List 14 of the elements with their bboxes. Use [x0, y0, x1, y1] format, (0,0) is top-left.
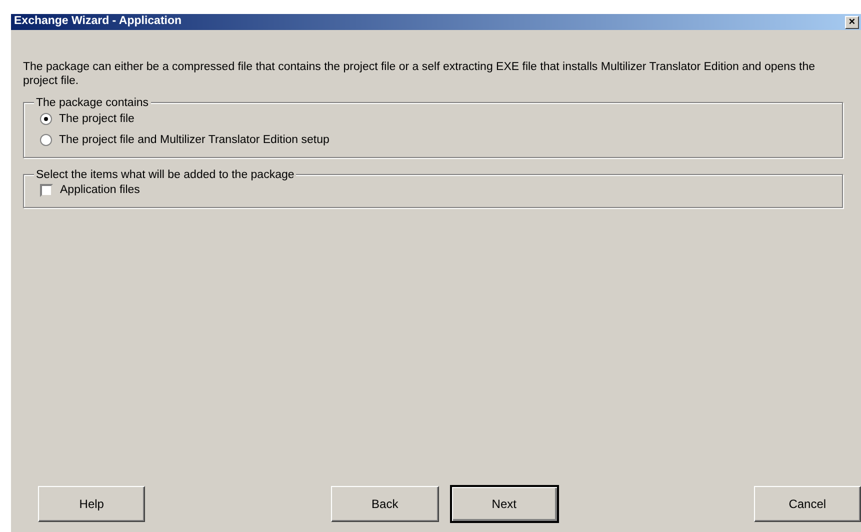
description-text: The package can either be a compressed file that contains the project file or a self extracting EXE file that installs Multilizer Translator Edition and opens the project file. [23, 60, 816, 88]
radio-label: The project file [59, 112, 134, 127]
dialog-button[interactable]: Next [450, 486, 558, 522]
radio-button[interactable] [40, 113, 52, 126]
dialog-button[interactable]: Back [331, 486, 438, 522]
checkbox[interactable] [40, 184, 53, 198]
close-button[interactable]: × [845, 16, 859, 28]
window-title: Exchange Wizard - Application [14, 14, 182, 30]
radio-button[interactable] [40, 134, 52, 146]
radio-option[interactable]: The project file and Multilizer Translator Edition setup [24, 130, 842, 151]
dialog-button[interactable]: Cancel [754, 486, 861, 522]
radio-label: The project file and Multilizer Translator Edition setup [59, 132, 330, 148]
dialog-button[interactable]: Help [38, 486, 146, 522]
checkbox-label: Application files [60, 183, 140, 198]
